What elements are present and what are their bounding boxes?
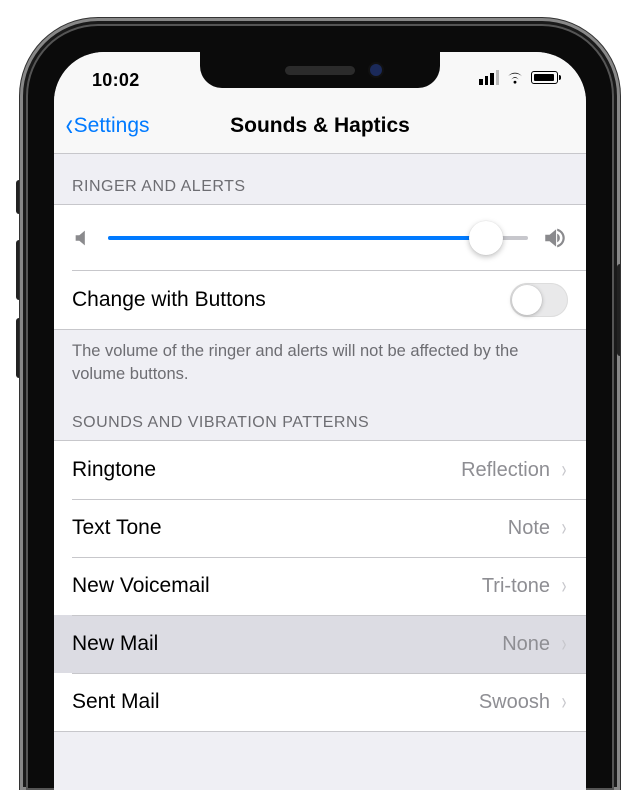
status-time: 10:02	[92, 70, 140, 91]
power-button-hardware	[617, 264, 620, 356]
notch	[200, 52, 440, 88]
chevron-right-icon: ›	[562, 456, 567, 484]
row-value: Swoosh	[479, 691, 550, 714]
battery-icon	[531, 71, 558, 84]
row-value: Note	[508, 517, 550, 540]
chevron-left-icon: ‹	[66, 108, 73, 140]
front-camera	[370, 64, 382, 76]
row-label: Sent Mail	[72, 690, 160, 714]
row-label: New Voicemail	[72, 574, 210, 598]
row-value: Reflection	[461, 459, 550, 482]
row-label: New Mail	[72, 632, 158, 656]
ringer-volume-slider[interactable]	[108, 236, 528, 240]
ringer-volume-row	[54, 205, 586, 271]
slider-fill	[108, 236, 486, 240]
row-text-tone[interactable]: Text Tone Note ›	[54, 499, 586, 557]
chevron-right-icon: ›	[562, 688, 567, 716]
back-label: Settings	[74, 114, 150, 138]
speaker-low-icon	[72, 227, 94, 249]
change-with-buttons-toggle[interactable]	[510, 283, 568, 317]
group-ringer: Change with Buttons	[54, 204, 586, 330]
row-label: Ringtone	[72, 458, 156, 482]
slider-thumb[interactable]	[469, 221, 503, 255]
nav-title: Sounds & Haptics	[230, 114, 410, 138]
chevron-right-icon: ›	[562, 514, 567, 542]
cellular-icon	[479, 70, 499, 85]
nav-bar: ‹ Settings Sounds & Haptics	[54, 98, 586, 154]
row-new-voicemail[interactable]: New Voicemail Tri-tone ›	[54, 557, 586, 615]
chevron-right-icon: ›	[562, 572, 567, 600]
back-button[interactable]: ‹ Settings	[64, 98, 150, 153]
chevron-right-icon: ›	[562, 630, 567, 658]
change-with-buttons-label: Change with Buttons	[72, 288, 266, 312]
toggle-knob	[512, 285, 542, 315]
section-header-ringer: RINGER AND ALERTS	[54, 154, 586, 204]
speaker-high-icon	[542, 225, 568, 251]
row-value: Tri-tone	[482, 575, 550, 598]
row-sent-mail[interactable]: Sent Mail Swoosh ›	[54, 673, 586, 731]
screen: 10:02 ‹ Settings Sounds & Haptics RI	[54, 52, 586, 790]
row-value: None	[502, 633, 550, 656]
wifi-icon	[506, 71, 524, 85]
row-label: Text Tone	[72, 516, 162, 540]
row-new-mail[interactable]: New Mail None ›	[54, 615, 586, 673]
section-footer-ringer: The volume of the ringer and alerts will…	[54, 330, 586, 390]
section-header-patterns: SOUNDS AND VIBRATION PATTERNS	[54, 390, 586, 440]
earpiece	[285, 66, 355, 75]
phone-frame: 10:02 ‹ Settings Sounds & Haptics RI	[20, 18, 620, 790]
change-with-buttons-row: Change with Buttons	[54, 271, 586, 329]
group-patterns: Ringtone Reflection › Text Tone Note › N…	[54, 440, 586, 732]
row-ringtone[interactable]: Ringtone Reflection ›	[54, 441, 586, 499]
